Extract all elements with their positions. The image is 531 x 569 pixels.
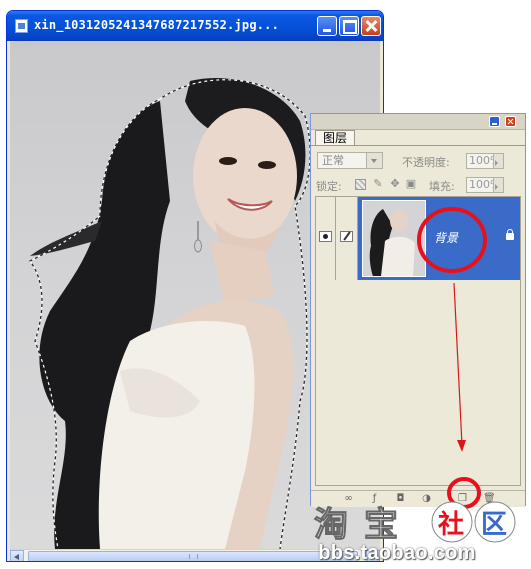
tab-divider bbox=[311, 145, 525, 146]
opacity-arrow-icon[interactable] bbox=[493, 154, 503, 168]
layers-list: 背景 bbox=[315, 196, 521, 486]
lock-position-icon[interactable]: ✥ bbox=[389, 178, 401, 190]
layers-panel: 图层 正常 不透明度: 100% 锁定: ✎ ✥ ▣ 填充: 100% 背景 ∞… bbox=[310, 113, 526, 507]
layer-row-background[interactable]: 背景 bbox=[316, 197, 520, 280]
blend-mode-select[interactable]: 正常 bbox=[317, 152, 383, 169]
lock-label: 锁定: bbox=[316, 180, 342, 193]
window-titlebar[interactable]: xin_1031205241347687217552.jpg... bbox=[7, 11, 383, 41]
lock-all-icon[interactable]: ▣ bbox=[405, 178, 417, 190]
fill-arrow-icon[interactable] bbox=[493, 178, 503, 192]
scroll-thumb[interactable] bbox=[28, 551, 358, 561]
lock-transparency-icon[interactable] bbox=[355, 179, 366, 190]
maximize-button[interactable] bbox=[339, 16, 359, 36]
document-icon bbox=[15, 19, 28, 33]
tab-layers[interactable]: 图层 bbox=[315, 130, 355, 146]
svg-text:淘: 淘 bbox=[314, 505, 348, 544]
watermark: 淘 宝 社 区 bbs.taobao.com bbox=[312, 498, 528, 566]
layer-name[interactable]: 背景 bbox=[434, 229, 458, 246]
svg-text:社: 社 bbox=[438, 509, 464, 540]
scroll-left-button[interactable] bbox=[10, 550, 24, 561]
eye-icon[interactable] bbox=[319, 231, 332, 242]
lock-image-icon[interactable]: ✎ bbox=[372, 178, 384, 190]
brush-icon bbox=[340, 231, 353, 242]
panel-minimize-button[interactable] bbox=[489, 116, 500, 127]
chevron-down-icon[interactable] bbox=[366, 153, 382, 168]
opacity-label: 不透明度: bbox=[402, 156, 450, 169]
window-title: xin_1031205241347687217552.jpg... bbox=[34, 18, 280, 32]
fill-field[interactable]: 100% bbox=[466, 177, 504, 193]
layer-thumbnail bbox=[362, 200, 426, 277]
svg-text:区: 区 bbox=[481, 510, 507, 540]
watermark-logo: 淘 宝 社 区 bbox=[314, 501, 516, 546]
watermark-url: bbs.taobao.com bbox=[318, 542, 476, 564]
thumbnail-image bbox=[363, 201, 425, 276]
minimize-button[interactable] bbox=[317, 16, 337, 36]
opacity-field[interactable]: 100% bbox=[466, 153, 504, 169]
close-button[interactable] bbox=[361, 16, 381, 36]
visibility-column[interactable] bbox=[316, 197, 336, 280]
panel-titlebar[interactable] bbox=[311, 114, 525, 130]
blend-mode-value: 正常 bbox=[322, 154, 344, 167]
link-column[interactable] bbox=[336, 197, 358, 280]
svg-text:宝: 宝 bbox=[364, 505, 398, 544]
fill-label: 填充: bbox=[429, 180, 455, 193]
panel-close-button[interactable] bbox=[505, 116, 516, 127]
layer-lock-icon bbox=[506, 229, 514, 240]
